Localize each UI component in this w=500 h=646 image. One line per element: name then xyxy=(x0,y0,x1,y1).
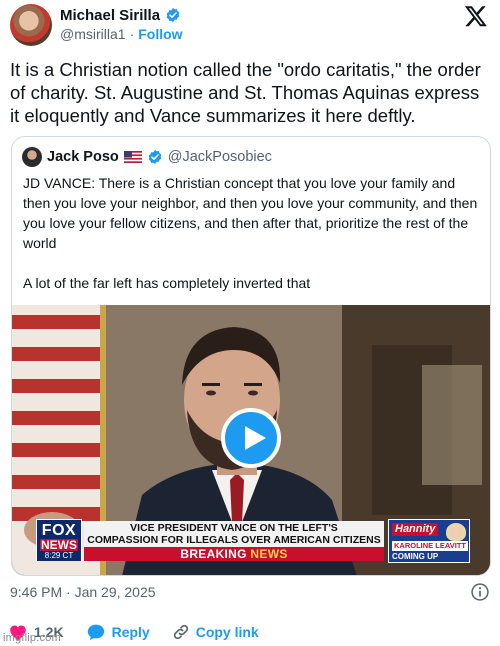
chyron-line-2: COMPASSION FOR ILLEGALS OVER AMERICAN CI… xyxy=(87,534,381,546)
follow-button[interactable]: Follow xyxy=(138,26,182,42)
tweet-header: Michael Sirilla @msirilla1 · Follow xyxy=(8,2,492,48)
info-icon[interactable] xyxy=(470,582,490,602)
author-name[interactable]: Michael Sirilla xyxy=(60,7,160,24)
handle-separator: · xyxy=(129,26,135,42)
tweet-text: It is a Christian notion called the "ord… xyxy=(10,59,481,126)
breaking-news-bar: BREAKING NEWS xyxy=(84,547,384,561)
x-logo-icon[interactable] xyxy=(464,4,488,28)
quoted-paragraph-2: A lot of the far left has completely inv… xyxy=(23,275,311,291)
us-flag-icon xyxy=(123,151,142,163)
reply-button[interactable]: Reply xyxy=(86,623,150,641)
chyron-headline: VICE PRESIDENT VANCE ON THE LEFT'S COMPA… xyxy=(84,521,384,547)
play-button[interactable] xyxy=(221,408,281,468)
author-handle[interactable]: @msirilla1 xyxy=(60,26,126,42)
tweet-timestamp[interactable]: 9:46 PM · Jan 29, 2025 xyxy=(10,584,156,600)
reply-bubble-icon xyxy=(87,624,104,641)
quoted-tweet-card[interactable]: Jack Poso @JackPosobiec JD VANCE: There … xyxy=(11,136,491,576)
quoted-tweet-text: JD VANCE: There is a Christian concept t… xyxy=(23,173,483,313)
quoted-verified-badge-icon xyxy=(148,150,162,164)
chyron-line-1: VICE PRESIDENT VANCE ON THE LEFT'S xyxy=(130,522,338,534)
quoted-paragraph-1: JD VANCE: There is a Christian concept t… xyxy=(23,175,478,251)
imgflip-watermark: imgflip.com xyxy=(3,632,61,644)
handle-line: @msirilla1 · Follow xyxy=(60,26,183,42)
reply-label: Reply xyxy=(111,624,150,640)
fox-logo-text: FOX xyxy=(41,522,77,539)
broadcast-clock: 8:29 CT xyxy=(37,551,81,561)
copy-link-button[interactable]: Copy link xyxy=(172,623,259,641)
fox-news-logo: FOX NEWS 8:29 CT xyxy=(36,519,82,561)
promo-coming-up: COMING UP xyxy=(392,552,439,561)
link-icon xyxy=(173,624,188,640)
quoted-tweet-header: Jack Poso @JackPosobiec xyxy=(22,147,272,167)
quoted-author-handle: @JackPosobiec xyxy=(167,149,272,165)
coming-up-promo: Hannity KAROLINE LEAVITT COMING UP xyxy=(388,519,470,563)
quoted-author-name: Jack Poso xyxy=(47,149,119,165)
promo-guest-name: KAROLINE LEAVITT xyxy=(392,541,468,551)
verified-badge-icon xyxy=(166,8,180,22)
copy-link-label: Copy link xyxy=(195,624,259,640)
breaking-word: BREAKING xyxy=(180,547,247,561)
tweet-actions: 1.2K Reply Copy link xyxy=(8,620,492,644)
play-icon xyxy=(245,426,266,450)
video-player[interactable]: FOX NEWS 8:29 CT VICE PRESIDENT VANCE ON… xyxy=(12,305,490,575)
promo-show-name: Hannity xyxy=(392,523,439,536)
quoted-author-avatar xyxy=(22,147,42,167)
promo-guest-photo xyxy=(446,523,466,541)
author-line: Michael Sirilla xyxy=(60,5,181,25)
author-avatar[interactable] xyxy=(10,4,52,46)
fox-logo-subtext: NEWS xyxy=(40,538,78,552)
news-chyron: FOX NEWS 8:29 CT VICE PRESIDENT VANCE ON… xyxy=(34,515,490,563)
news-word: NEWS xyxy=(250,547,288,561)
